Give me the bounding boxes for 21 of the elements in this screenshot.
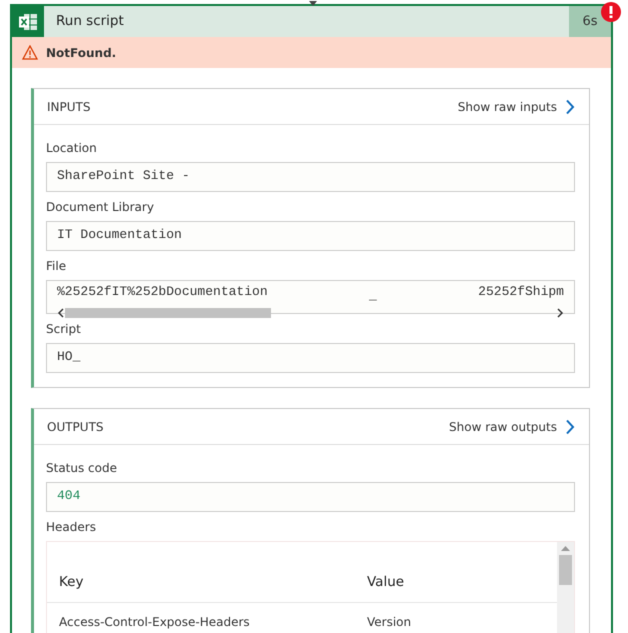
field-label: Location	[46, 140, 98, 157]
field-label: File	[46, 258, 68, 275]
show-raw-link[interactable]: Show raw inputs	[458, 98, 575, 116]
table-cell-text: Access-Control-Expose-Headers	[58, 614, 251, 632]
input-field: IT Documentation	[46, 221, 575, 251]
input-field: HO_	[46, 343, 575, 373]
field-label: Headers	[46, 519, 97, 536]
section-title: INPUTS	[47, 98, 90, 116]
duration-label: 6s	[582, 12, 598, 31]
show-raw-link[interactable]: Show raw outputs	[449, 418, 575, 436]
column-header: Value	[367, 573, 406, 592]
status-code-field: 404	[46, 482, 575, 512]
table-cell-text: Version	[367, 614, 412, 632]
column-header: Key	[58, 573, 84, 592]
error-message: NotFound.	[46, 44, 116, 62]
field-label: Script	[46, 321, 82, 338]
field-label: Status code	[46, 460, 118, 477]
action-title: Run script	[56, 12, 124, 32]
field-label: Document Library	[46, 199, 155, 216]
section-title: OUTPUTS	[47, 418, 104, 436]
input-field: SharePoint Site -	[46, 162, 575, 192]
